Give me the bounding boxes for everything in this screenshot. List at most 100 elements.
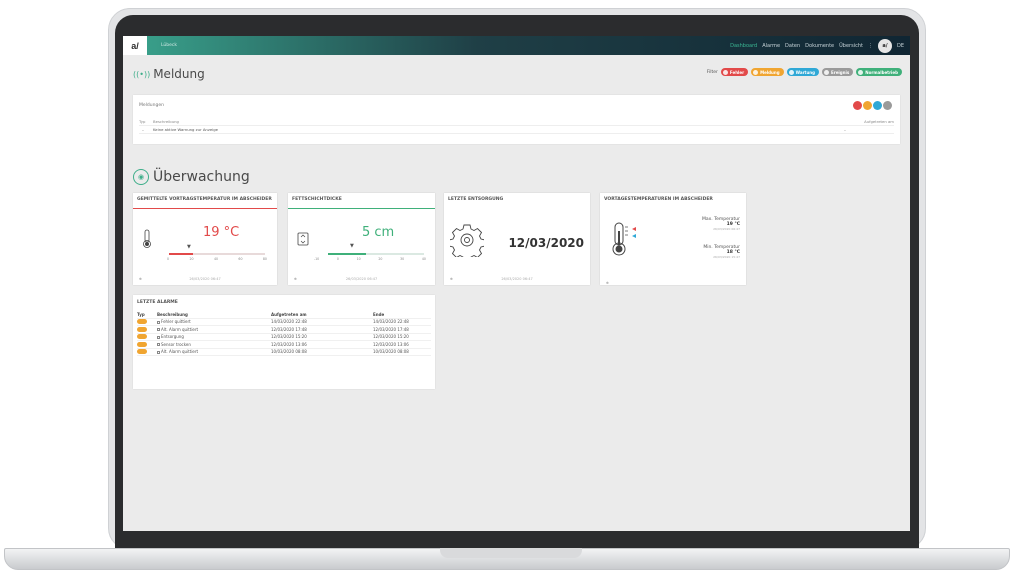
broadcast-icon: ((•)) xyxy=(133,69,151,79)
fett-scale xyxy=(328,253,424,255)
card-title: VORTAGESTEMPERATUREN IM ABSCHEIDER xyxy=(604,197,713,202)
divider xyxy=(139,133,894,134)
checkbox-icon xyxy=(157,328,160,332)
status-circles xyxy=(853,101,892,110)
card-vortagestemperaturen[interactable]: VORTAGESTEMPERATUREN IM ABSCHEIDER Max. … xyxy=(600,193,746,285)
app-screen: a/ Lübeck Dashboard Alarme Daten Dokumen… xyxy=(123,36,910,531)
avatar[interactable]: a/ xyxy=(877,38,892,53)
checkbox-icon xyxy=(157,320,160,324)
nav-uebersicht[interactable]: Übersicht xyxy=(839,43,863,49)
gear-icon xyxy=(450,224,484,257)
more-menu-icon[interactable]: ⋮ xyxy=(868,43,873,49)
max-temp-block: Max. Temperatur 19 °C 26/03/2020 06:47 xyxy=(702,217,740,231)
filter-fehler[interactable]: Fehler xyxy=(720,68,749,76)
filter-bar: Filter Fehler Meldung Wartung Ereignis N… xyxy=(707,68,902,76)
min-temp-date: 26/03/2020 15:47 xyxy=(713,255,740,259)
card-title: GEMITTELTE VORTRAGSTEMPERATUR IM ABSCHEI… xyxy=(137,197,272,202)
table-row[interactable]: Sensor trocken 12/03/2020 13:06 12/03/20… xyxy=(137,341,431,349)
table-row[interactable]: Alt. Alarm quittiert 10/03/2020 08:08 10… xyxy=(137,349,431,356)
card-footer: ⊕ 26/03/2020 06:47 xyxy=(139,277,221,281)
laptop-notch xyxy=(440,548,582,558)
card-fettschichtdicke[interactable]: FETTSCHICHTDICKE 5 cm ▼ -10 0 10 20 30 4… xyxy=(288,193,435,285)
alarme-title: LETZTE ALARME xyxy=(137,300,178,305)
card-temperatur[interactable]: GEMITTELTE VORTRAGSTEMPERATUR IM ABSCHEI… xyxy=(133,193,277,285)
toggle-icon xyxy=(753,69,759,75)
info-icon[interactable]: ⊕ xyxy=(294,277,297,281)
top-bar: a/ Lübeck Dashboard Alarme Daten Dokumen… xyxy=(123,36,910,55)
layer-icon xyxy=(297,232,309,246)
accent-line xyxy=(288,208,435,209)
nav-alarme[interactable]: Alarme xyxy=(762,43,780,49)
accent-line xyxy=(133,208,277,209)
row-typ: – xyxy=(142,127,144,132)
filter-wartung[interactable]: Wartung xyxy=(786,68,820,76)
status-circle-wartung[interactable] xyxy=(873,101,882,110)
card-footer: ⊕ 26/03/2020 06:47 xyxy=(294,277,378,281)
language-switch[interactable]: DE xyxy=(897,43,904,49)
temperature-value: 19 °C xyxy=(203,225,240,240)
pointer-icon: ▼ xyxy=(350,243,354,249)
alarm-badge xyxy=(137,341,147,347)
min-temp-block: Min. Temperatur 18 °C 26/03/2020 15:47 xyxy=(703,245,740,259)
toggle-icon xyxy=(788,69,794,75)
col-typ: Typ xyxy=(139,119,146,124)
status-circle-meldung[interactable] xyxy=(863,101,872,110)
filter-normalbetrieb[interactable]: Normalbetrieb xyxy=(856,68,902,76)
divider xyxy=(139,125,894,126)
nav-dokumente[interactable]: Dokumente xyxy=(805,43,834,49)
alarm-badge xyxy=(137,334,147,340)
pointer-icon: ▼ xyxy=(187,244,191,250)
meldung-title: Meldung xyxy=(153,67,205,81)
table-row[interactable]: Entsorgung 12/03/2020 15:20 12/03/2020 1… xyxy=(137,334,431,341)
temperature-scale xyxy=(169,253,265,255)
row-date: – xyxy=(844,127,846,132)
checkbox-icon xyxy=(157,350,160,354)
location-breadcrumb[interactable]: Lübeck xyxy=(161,43,177,48)
info-icon[interactable]: ⊕ xyxy=(606,281,609,285)
max-temp-date: 26/03/2020 06:47 xyxy=(713,227,740,231)
thermometer-minmax-icon xyxy=(612,222,636,256)
info-icon[interactable]: ⊕ xyxy=(139,277,142,281)
status-circle-fehler[interactable] xyxy=(853,101,862,110)
panel-title: Meldungen xyxy=(139,103,164,108)
row-text: Keine aktive Warnung zur Anzeige xyxy=(153,127,218,132)
table-header: Typ Beschreibung Aufgetreten am xyxy=(139,119,894,124)
status-circle-ereignis[interactable] xyxy=(883,101,892,110)
checkbox-icon xyxy=(157,335,160,339)
toggle-icon xyxy=(722,69,728,75)
meldungen-panel: Meldungen Typ Beschreibung Aufgetreten a… xyxy=(133,95,900,144)
alarm-badge xyxy=(137,349,147,355)
letzte-alarme-panel: LETZTE ALARME Typ Beschreibung Aufgetret… xyxy=(133,295,435,389)
ueberwachung-header: ◉ Überwachung xyxy=(133,169,250,185)
alarm-badge xyxy=(137,326,147,332)
scale-ticks: 0 20 40 60 80 xyxy=(167,257,267,261)
filter-label: Filter xyxy=(706,69,718,75)
checkbox-icon xyxy=(157,343,160,347)
filter-meldung[interactable]: Meldung xyxy=(751,68,784,76)
table-row[interactable]: Alt. Alarm quittiert 12/03/2020 17:48 12… xyxy=(137,326,431,334)
info-icon[interactable]: ⊕ xyxy=(450,277,453,281)
scale-ticks: -10 0 10 20 30 40 xyxy=(314,257,426,261)
table-row: – Keine aktive Warnung zur Anzeige – xyxy=(139,127,894,132)
logo[interactable]: a/ xyxy=(123,36,147,55)
main-nav: Dashboard Alarme Daten Dokumente Übersic… xyxy=(730,38,904,53)
col-beschreibung: Beschreibung xyxy=(153,119,179,124)
fett-value: 5 cm xyxy=(362,225,395,240)
card-letzte-entsorgung[interactable]: LETZTE ENTSORGUNG 12/03/2020 ⊕ 26/03/2020… xyxy=(444,193,590,285)
thermometer-icon xyxy=(143,229,151,248)
col-aufgetreten: Aufgetreten am xyxy=(864,119,894,124)
table-row[interactable]: Fehler quittiert 14/03/2020 22:48 14/03/… xyxy=(137,319,431,326)
alarme-table: Typ Beschreibung Aufgetreten am Ende Feh… xyxy=(137,311,431,356)
filter-ereignis[interactable]: Ereignis xyxy=(822,68,854,76)
nav-daten[interactable]: Daten xyxy=(785,43,800,49)
ueberwachung-title: Überwachung xyxy=(153,169,250,185)
alarm-badge xyxy=(137,319,147,325)
card-footer: ⊕ 26/03/2020 06:47 xyxy=(450,277,533,281)
card-title: FETTSCHICHTDICKE xyxy=(292,197,342,202)
entsorgung-date: 12/03/2020 xyxy=(508,236,584,250)
nav-dashboard[interactable]: Dashboard xyxy=(730,43,757,49)
table-header: Typ Beschreibung Aufgetreten am Ende xyxy=(137,311,431,319)
toggle-icon xyxy=(824,69,830,75)
toggle-icon xyxy=(858,69,864,75)
card-title: LETZTE ENTSORGUNG xyxy=(448,197,504,202)
